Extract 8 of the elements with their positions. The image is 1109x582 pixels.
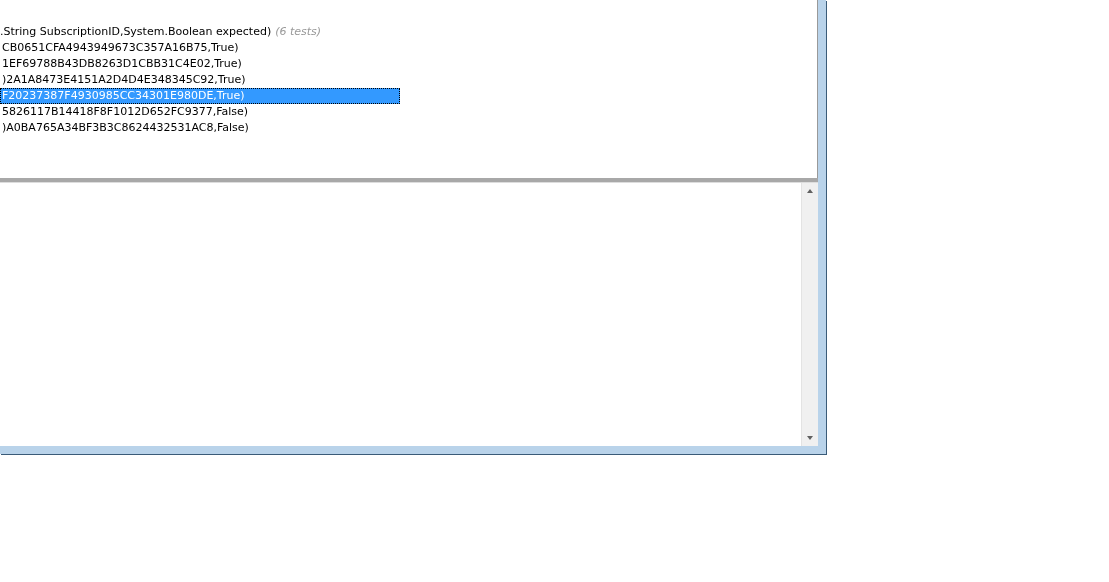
tree-item[interactable]: )A0BA765A34BF3B3C8624432531AC8,False) [0, 120, 400, 136]
tree-item[interactable]: 1EF69788B43DB8263D1CBB31C4E02,True) [0, 56, 400, 72]
tree-item[interactable]: 5826117B14418F8F1012D652FC9377,False) [0, 104, 400, 120]
tree-item[interactable]: )2A1A8473E4151A2D4D4E348345C92,True) [0, 72, 400, 88]
tree-item[interactable]: CB0651CFA4943949673C357A16B75,True) [0, 40, 400, 56]
tree-node-label[interactable]: .String SubscriptionID,System.Boolean expected) [0, 24, 272, 40]
vertical-scrollbar[interactable] [801, 183, 818, 446]
test-count: (6 tests) [275, 24, 322, 40]
